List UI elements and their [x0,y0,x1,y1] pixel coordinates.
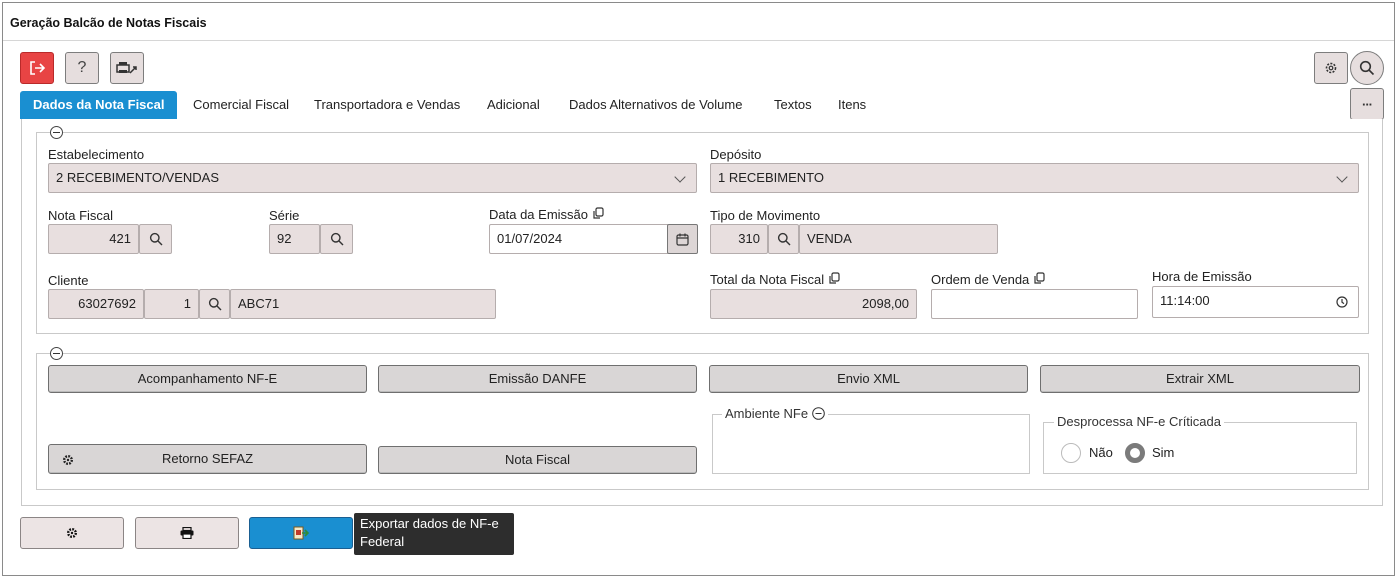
tipo-movimento-label: Tipo de Movimento [710,208,821,223]
desprocessa-nfe-group: Desprocessa NF-e Críticada Não Sim [1043,414,1357,474]
collapse-section-icon[interactable] [50,347,63,360]
total-nota-input: 2098,00 [710,289,917,319]
data-emissao-label: Data da Emissão [489,207,604,222]
copy-icon[interactable] [1034,272,1045,284]
copy-icon[interactable] [593,207,604,219]
desprocessa-nfe-legend: Desprocessa NF-e Críticada [1054,414,1224,429]
acompanhamento-nfe-button[interactable]: Acompanhamento NF-E [48,365,367,393]
cliente-name: ABC71 [230,289,496,319]
tab-textos[interactable]: Textos [774,91,812,119]
retorno-sefaz-button[interactable]: Retorno SEFAZ [48,444,367,474]
ambiente-nfe-legend-text: Ambiente NFe [725,406,809,421]
estabelecimento-label: Estabelecimento [48,147,145,162]
settings-button[interactable] [1314,52,1348,84]
data-emissao-input[interactable]: 01/07/2024 [489,224,669,254]
cliente-code[interactable]: 63027692 [48,289,144,319]
hora-emissao-label: Hora de Emissão [1152,269,1252,284]
export-nfe-button[interactable] [249,517,353,549]
emissao-danfe-button[interactable]: Emissão DANFE [378,365,697,393]
tab-adicional[interactable]: Adicional [487,91,540,119]
cliente-search-button[interactable] [199,289,230,319]
tab-transportadora-vendas[interactable]: Transportadora e Vendas [314,91,460,119]
search-icon [208,297,221,311]
collapse-section-icon[interactable] [50,126,63,139]
estabelecimento-select[interactable]: 2 RECEBIMENTO/VENDAS [48,163,697,193]
search-button[interactable] [1350,51,1384,85]
hora-emissao-input[interactable]: 11:14:00 [1152,286,1359,318]
print-settings-button[interactable] [110,52,144,84]
main-window: Geração Balcão de Notas Fiscais ? Dados … [2,2,1395,576]
copy-icon[interactable] [829,272,840,284]
tipo-movimento-search-button[interactable] [768,224,799,254]
cliente-branch[interactable]: 1 [144,289,199,319]
serie-input[interactable]: 92 [269,224,320,254]
footer-settings-button[interactable] [20,517,124,549]
ambiente-nfe-legend: Ambiente NFe [722,406,828,421]
hora-emissao-value: 11:14:00 [1160,293,1210,308]
collapse-icon[interactable] [811,407,825,420]
help-button[interactable]: ? [65,52,99,84]
radio-nao[interactable] [1061,443,1081,463]
radio-sim[interactable] [1125,443,1145,463]
logout-icon [30,61,46,75]
gear-icon [1325,62,1337,74]
nota-fiscal-button[interactable]: Nota Fiscal [378,446,697,474]
retorno-sefaz-label: Retorno SEFAZ [161,451,254,466]
exit-button[interactable] [20,52,54,84]
envio-xml-button[interactable]: Envio XML [709,365,1028,393]
search-icon [149,232,162,246]
clock-icon[interactable] [1336,296,1348,308]
export-tooltip: Exportar dados de NF-e Federal [354,513,514,555]
ordem-venda-label: Ordem de Venda [931,272,1045,287]
calendar-button[interactable] [667,224,698,254]
ordem-venda-input[interactable] [931,289,1138,319]
search-icon [1359,60,1375,76]
extrair-xml-button[interactable]: Extrair XML [1040,365,1360,393]
serie-search-button[interactable] [320,224,353,254]
tipo-movimento-description: VENDA [799,224,998,254]
tab-comercial-fiscal[interactable]: Comercial Fiscal [193,91,289,119]
total-nota-label: Total da Nota Fiscal [710,272,840,287]
tab-dados-nota-fiscal[interactable]: Dados da Nota Fiscal [20,91,178,119]
radio-sim-label: Sim [1152,445,1175,460]
deposito-label: Depósito [710,147,762,162]
radio-nao-label: Não [1089,445,1113,460]
tab-dados-alternativos-volume[interactable]: Dados Alternativos de Volume [569,91,742,119]
nota-fiscal-search-button[interactable] [139,224,172,254]
serie-label: Série [269,208,300,223]
data-emissao-label-text: Data da Emissão [489,207,588,222]
nota-fiscal-label: Nota Fiscal [48,208,114,223]
search-icon [777,232,790,246]
ambiente-nfe-group: Ambiente NFe [712,406,1030,474]
printer-icon [180,527,194,539]
nota-fiscal-input[interactable]: 421 [48,224,139,254]
calendar-icon [676,233,689,246]
cliente-label: Cliente [48,273,89,288]
total-nota-label-text: Total da Nota Fiscal [710,272,825,287]
deposito-select[interactable]: 1 RECEBIMENTO [710,163,1359,193]
tab-itens[interactable]: Itens [838,91,866,119]
more-tabs-button[interactable]: ··· [1350,88,1384,120]
tipo-movimento-code[interactable]: 310 [710,224,768,254]
search-icon [330,232,343,246]
gear-icon [63,455,73,465]
ordem-venda-label-text: Ordem de Venda [931,272,1030,287]
footer-print-button[interactable] [135,517,239,549]
export-icon [293,526,309,540]
window-title: Geração Balcão de Notas Fiscais [3,3,1394,41]
gear-icon [67,528,77,538]
printer-settings-icon [116,62,137,74]
